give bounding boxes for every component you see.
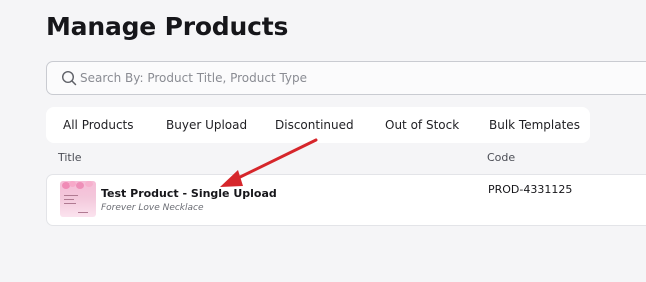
column-header-title: Title xyxy=(58,151,82,164)
tab-discontinued[interactable]: Discontinued xyxy=(275,107,354,143)
tab-out-of-stock[interactable]: Out of Stock xyxy=(385,107,459,143)
tab-bar: All Products Buyer Upload Discontinued O… xyxy=(46,107,590,143)
product-title[interactable]: Test Product - Single Upload xyxy=(101,187,277,200)
page-title: Manage Products xyxy=(46,12,289,41)
column-header-code: Code xyxy=(487,151,516,164)
table-row[interactable]: Test Product - Single Upload Forever Lov… xyxy=(46,174,646,226)
tab-all-products[interactable]: All Products xyxy=(63,107,134,143)
product-thumbnail xyxy=(60,181,96,217)
tab-bulk-templates[interactable]: Bulk Templates xyxy=(489,107,580,143)
tab-buyer-upload[interactable]: Buyer Upload xyxy=(166,107,247,143)
search-input[interactable] xyxy=(80,62,646,94)
search-icon xyxy=(61,70,77,86)
search-bar[interactable] xyxy=(46,61,646,95)
product-subtitle: Forever Love Necklace xyxy=(101,203,204,213)
product-code: PROD-4331125 xyxy=(488,183,573,196)
